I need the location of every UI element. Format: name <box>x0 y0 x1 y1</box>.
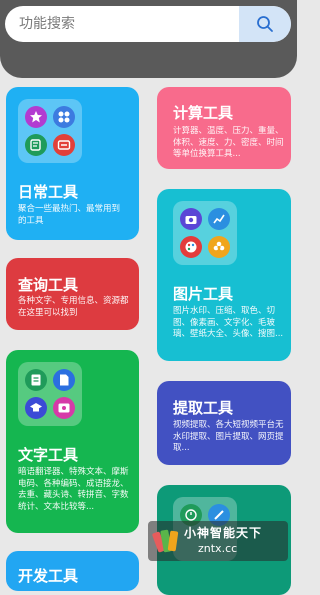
graduation-cap-icon <box>25 397 47 419</box>
chart-icon <box>208 208 230 230</box>
card-text-tools[interactable]: 文字工具 暗语翻译器、特殊文本、摩斯电码、各种编码、成语接龙、去重、藏头诗、转拼… <box>6 350 139 533</box>
card-description: 暗语翻译器、特殊文本、摩斯电码、各种编码、成语接龙、去重、藏头诗、转拼音、字数统… <box>18 467 129 512</box>
image-icon-grid <box>173 201 237 265</box>
card-extract-tools[interactable]: 提取工具 视频提取、各大短视频平台无水印提取、图片提取、网页提取... <box>157 381 291 465</box>
album-icon <box>53 397 75 419</box>
card-dev-tools[interactable]: 开发工具 <box>6 551 139 591</box>
watermark-logo-icon <box>152 529 179 553</box>
timer-icon <box>25 134 47 156</box>
card-daily-tools[interactable]: 日常工具 聚合一些最热门、最常用到的工具 <box>6 87 139 240</box>
card-description: 各种文字、专用信息、资源都在这里可以找到 <box>18 296 129 318</box>
card-description: 视频提取、各大短视频平台无水印提取、图片提取、网页提取... <box>173 420 284 453</box>
search-icon <box>257 16 273 32</box>
camera-icon <box>180 208 202 230</box>
text-icon-grid <box>18 362 82 426</box>
card-calc-tools[interactable]: 计算工具 计算器、温度、压力、重量、体积、速度、力、密度、时间等单位换算工具..… <box>157 87 291 169</box>
search-input[interactable]: 功能搜索 <box>19 6 75 42</box>
sync-icon <box>53 134 75 156</box>
search-button[interactable] <box>239 6 291 42</box>
card-description: 聚合一些最热门、最常用到的工具 <box>18 204 121 226</box>
card-title: 日常工具 <box>18 183 79 201</box>
card-query-tools[interactable]: 查询工具 各种文字、专用信息、资源都在这里可以找到 <box>6 258 139 330</box>
card-title: 计算工具 <box>173 104 234 122</box>
card-image-tools[interactable]: 图片工具 图片水印、压缩、取色、切图、像素画、文字化、毛玻璃、壁纸大全、头像、搜… <box>157 189 291 361</box>
card-title: 查询工具 <box>18 276 79 294</box>
card-description: 计算器、温度、压力、重量、体积、速度、力、密度、时间等单位换算工具... <box>173 126 284 159</box>
document-icon <box>25 369 47 391</box>
daily-icon-grid <box>18 99 82 163</box>
card-title: 图片工具 <box>173 285 234 303</box>
card-description: 图片水印、压缩、取色、切图、像素画、文字化、毛玻璃、壁纸大全、头像、搜图... <box>173 306 284 339</box>
grid-icon <box>53 106 75 128</box>
card-title: 开发工具 <box>18 567 79 585</box>
watermark-title: 小神智能天下 <box>184 526 263 540</box>
file-icon <box>53 369 75 391</box>
star-icon <box>25 106 47 128</box>
watermark: 小神智能天下 zntx.cc <box>148 521 288 561</box>
search-bar[interactable]: 功能搜索 <box>5 6 291 42</box>
card-title: 提取工具 <box>173 399 234 417</box>
palette-icon <box>180 236 202 258</box>
card-title: 文字工具 <box>18 446 79 464</box>
watermark-url: zntx.cc <box>198 542 238 555</box>
flower-icon <box>208 236 230 258</box>
